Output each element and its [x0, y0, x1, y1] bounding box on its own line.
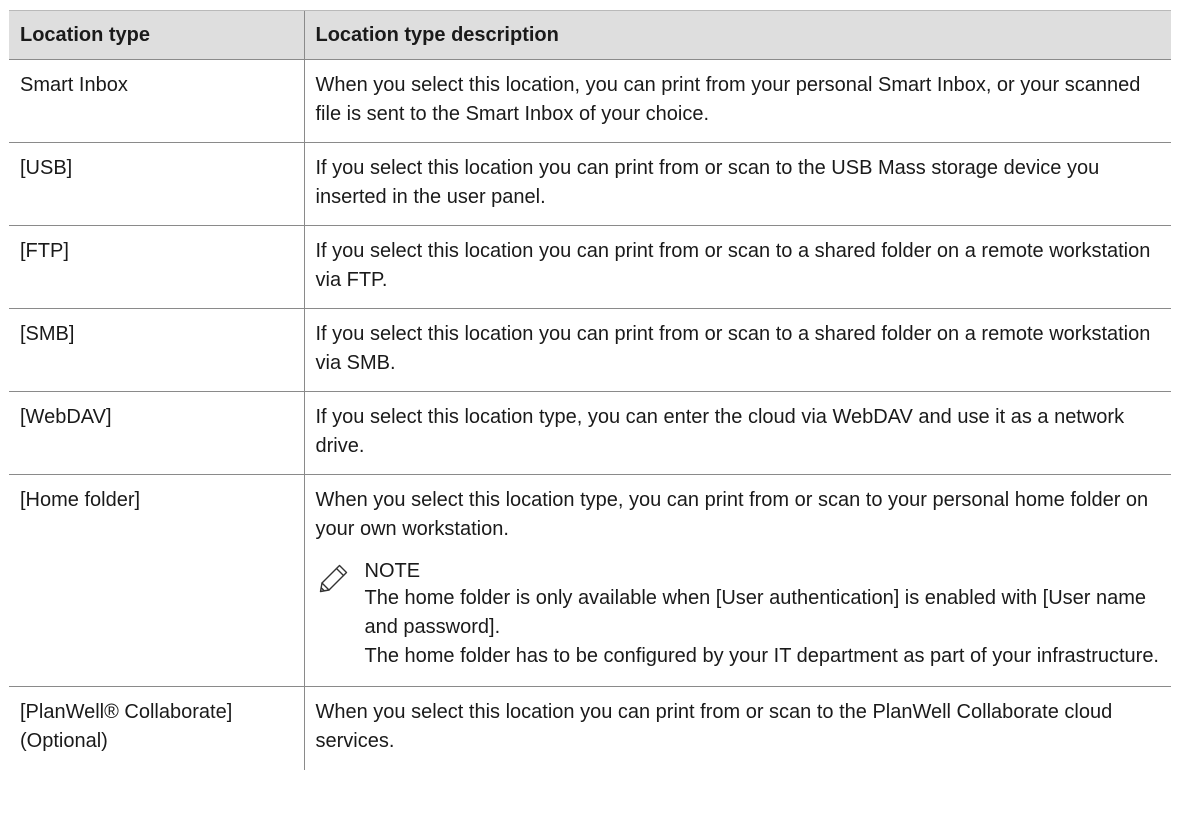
location-type-cell: [WebDAV] [9, 391, 304, 475]
location-type-cell: [USB] [9, 142, 304, 226]
table-row: [WebDAV] If you select this location typ… [9, 391, 1171, 475]
location-type-cell: [FTP] [9, 225, 304, 309]
note-title: NOTE [364, 560, 421, 582]
table-row: [FTP] If you select this location you ca… [9, 225, 1171, 309]
table-row: [Home folder] When you select this locat… [9, 474, 1171, 687]
location-type-cell: [PlanWell® Collaborate] (Optional) [20, 701, 233, 752]
column-header-location-type: Location type [9, 10, 304, 60]
location-type-cell: [Home folder] [9, 474, 304, 687]
location-type-cell: [SMB] [9, 308, 304, 392]
note-block: NOTE The home folder is only available w… [316, 558, 1161, 673]
home-folder-description: When you select this location type, you … [315, 489, 1149, 540]
location-types-table-container: Location type Location type description … [9, 10, 1171, 770]
location-type-cell: Smart Inbox [9, 59, 304, 143]
location-description-cell: If you select this location you can prin… [303, 308, 1171, 392]
table-row: Smart Inbox When you select this locatio… [9, 59, 1171, 143]
pencil-icon [319, 564, 347, 593]
table-row: [PlanWell® Collaborate] (Optional) When … [9, 686, 1171, 770]
location-description-cell: If you select this location you can prin… [303, 225, 1171, 309]
column-header-description: Location type description [303, 10, 1171, 60]
location-types-table: Location type Location type description … [9, 10, 1171, 770]
table-row: [SMB] If you select this location you ca… [9, 308, 1171, 392]
location-description-cell: If you select this location you can prin… [303, 142, 1171, 226]
location-description-cell: When you select this location, you can p… [303, 59, 1171, 143]
note-text-line: The home folder is only available when [… [364, 587, 1147, 638]
note-text-line: The home folder has to be configured by … [364, 645, 1160, 667]
location-description-cell: If you select this location type, you ca… [303, 391, 1171, 475]
table-row: [USB] If you select this location you ca… [9, 142, 1171, 226]
location-description-cell: When you select this location you can pr… [303, 686, 1171, 770]
location-description-cell: When you select this location type, you … [303, 474, 1171, 687]
table-header-row: Location type Location type description [9, 10, 1171, 60]
